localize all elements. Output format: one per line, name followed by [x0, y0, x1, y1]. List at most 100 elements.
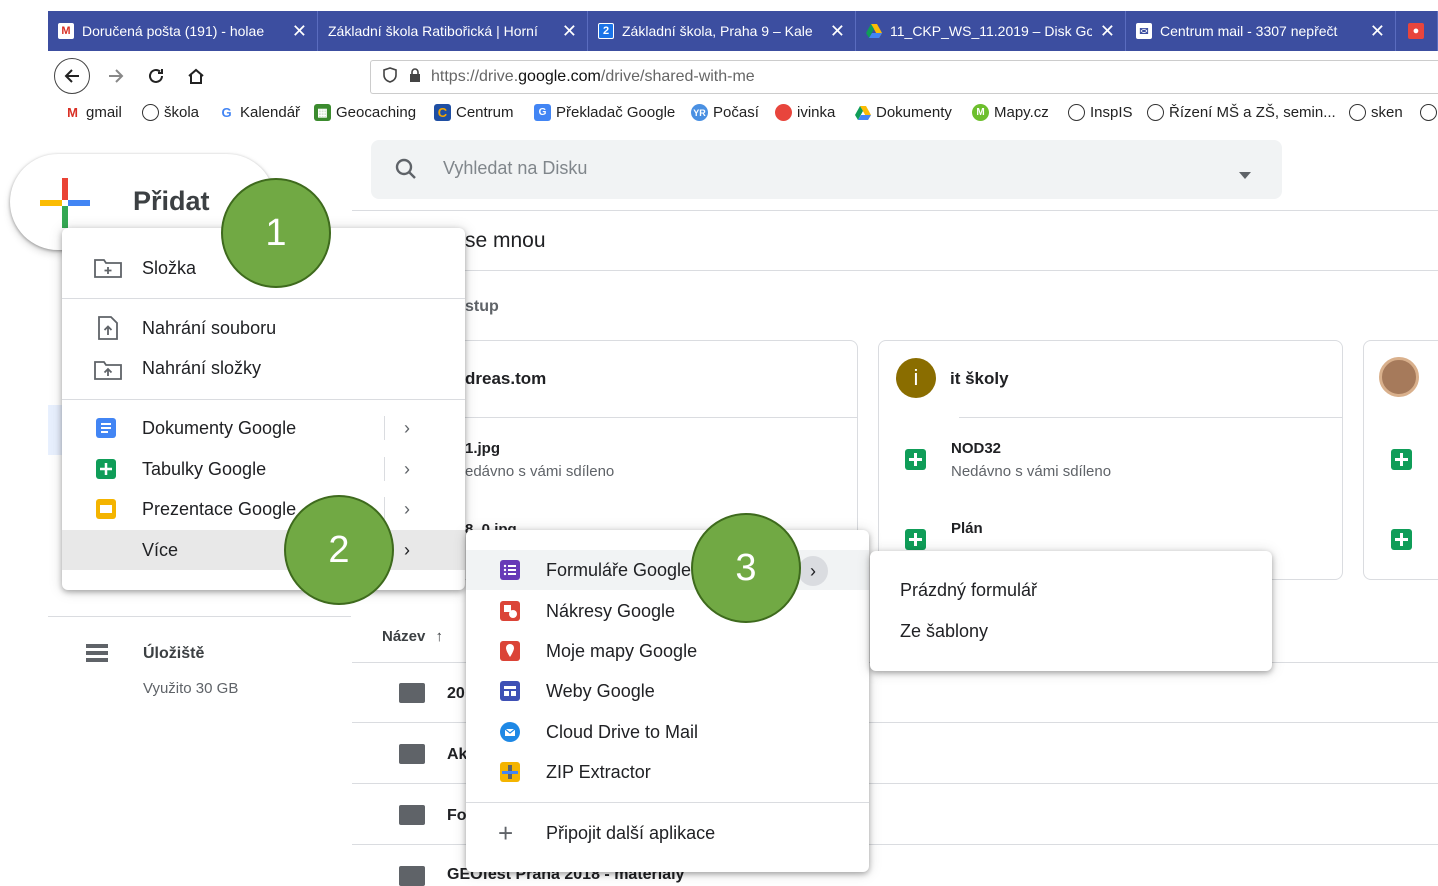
menu-item-more[interactable]: Více › [62, 530, 465, 570]
sort-by-name[interactable]: Název ↑ [382, 628, 443, 645]
menu-item-google-docs[interactable]: Dokumenty Google › [62, 408, 465, 448]
sheets-icon [96, 459, 116, 479]
sites-icon [500, 681, 520, 701]
chevron-right-icon[interactable]: › [404, 459, 410, 480]
menu-divider [384, 457, 385, 481]
card-owner: it školy [950, 369, 1009, 388]
drive-search[interactable]: Vyhledat na Disku [371, 140, 1282, 199]
menu-divider [384, 416, 385, 440]
storage-label[interactable]: Úložiště [143, 645, 204, 663]
divider [48, 616, 351, 617]
bookmark-more[interactable] [1420, 104, 1438, 121]
menu-item-connect-apps[interactable]: + Připojit další aplikace [466, 813, 869, 853]
shared-folder-icon [399, 805, 425, 825]
menu-item-upload-file[interactable]: Nahrání souboru [62, 308, 465, 348]
storage-icon [86, 644, 108, 667]
bookmark-ivinka[interactable]: ivinka [775, 104, 835, 121]
folder-plus-icon [94, 258, 122, 283]
file-name[interactable]: 1.jpg [465, 440, 500, 457]
menu-item-google-sites[interactable]: Weby Google [466, 671, 869, 711]
list-item[interactable]: Ak [447, 746, 467, 764]
menu-item-google-drawings[interactable]: Nákresy Google [466, 591, 869, 631]
menu-divider [62, 298, 465, 299]
new-button-label: Přidat [133, 186, 210, 216]
bookmark-dokumenty[interactable]: Dokumenty [854, 104, 952, 121]
close-icon[interactable]: ✕ [1100, 21, 1115, 42]
menu-item-cloud-drive-to-mail[interactable]: Cloud Drive to Mail [466, 712, 869, 752]
bookmark-rizeni[interactable]: Řízení MŠ a ZŠ, semin... [1147, 104, 1336, 121]
close-icon[interactable]: ✕ [562, 21, 577, 42]
chevron-right-icon[interactable]: › [404, 499, 410, 520]
geocaching-icon: ▦ [314, 104, 331, 121]
reload-button[interactable] [140, 60, 172, 92]
section-label: stup [465, 298, 499, 315]
tab-centrum[interactable]: ✉ Centrum mail - 3307 nepřečt ✕ [1126, 11, 1396, 51]
bookmark-kalendar[interactable]: G Kalendář [218, 104, 300, 121]
mapy-icon: M [972, 104, 989, 121]
gmail-icon: M [58, 23, 74, 39]
drawings-icon [500, 601, 520, 621]
shared-folder-icon [399, 744, 425, 764]
tab-school[interactable]: Základní škola Ratibořická | Horní ✕ [318, 11, 588, 51]
home-button[interactable] [180, 60, 212, 92]
bookmark-geocaching[interactable]: ▦ Geocaching [314, 104, 416, 121]
arrow-left-icon [64, 69, 79, 83]
globe-icon [1147, 104, 1164, 121]
translate-icon: G [534, 104, 551, 121]
forward-button[interactable] [100, 60, 132, 92]
menu-item-google-sheets[interactable]: Tabulky Google › [62, 449, 465, 489]
file-name[interactable]: Plán [951, 520, 983, 537]
search-options-icon[interactable] [1239, 166, 1251, 184]
mail-icon: ✉ [1136, 23, 1152, 39]
file-name[interactable]: NOD32 [951, 440, 1001, 457]
tab-drive[interactable]: 11_CKP_WS_11.2019 – Disk Go ✕ [856, 11, 1126, 51]
reload-icon [149, 68, 163, 83]
google-icon: G [221, 105, 232, 120]
divider [352, 270, 1438, 271]
chevron-right-icon[interactable]: › [798, 556, 828, 586]
tab-gmail[interactable]: M Doručená pošta (191) - holae ✕ [48, 11, 318, 51]
bookmark-skola[interactable]: škola [142, 104, 199, 121]
globe-icon [1068, 104, 1085, 121]
menu-item-upload-folder[interactable]: Nahrání složky [62, 348, 465, 388]
shared-card-3[interactable] [1363, 340, 1438, 580]
menu-item-google-forms[interactable]: Formuláře Google › [466, 550, 869, 590]
avatar: i [896, 358, 936, 398]
menu-divider [62, 399, 465, 400]
gmail-icon: M [67, 105, 78, 120]
close-icon[interactable]: ✕ [830, 21, 845, 42]
shared-card-2[interactable]: i it školy NOD32 Nedávno s vámi sdíleno … [878, 340, 1343, 580]
file-upload-icon [98, 316, 118, 345]
mail-icon [500, 722, 520, 742]
close-icon[interactable]: ✕ [292, 21, 307, 42]
map-pin-icon: ● [1408, 23, 1424, 39]
tab-maps[interactable]: ● [1396, 11, 1438, 51]
menu-item-google-slides[interactable]: Prezentace Google › [62, 489, 465, 529]
bookmark-inspis[interactable]: InspIS [1068, 104, 1133, 121]
list-item[interactable]: 20 [447, 685, 465, 703]
bookmark-centrum[interactable]: C Centrum [434, 104, 514, 121]
address-bar[interactable]: https://drive.google.com/drive/shared-wi… [370, 60, 1438, 94]
close-icon[interactable]: ✕ [1370, 21, 1385, 42]
menu-item-blank-form[interactable]: Prázdný formulář [870, 570, 1272, 610]
bookmark-sken[interactable]: sken [1349, 104, 1403, 121]
file-subtitle: Nedávno s vámi sdíleno [951, 463, 1112, 480]
slides-icon [96, 499, 116, 519]
search-input[interactable]: Vyhledat na Disku [443, 158, 587, 179]
more-menu: Formuláře Google › Nákresy Google Moje m… [466, 530, 869, 872]
tab-calendar[interactable]: 2 Základní škola, Praha 9 – Kale ✕ [588, 11, 856, 51]
list-item[interactable]: Fo [447, 807, 467, 825]
forms-icon [500, 560, 520, 580]
search-icon[interactable] [395, 158, 417, 185]
chevron-right-icon[interactable]: › [404, 418, 410, 439]
bookmark-mapy[interactable]: M Mapy.cz [972, 104, 1049, 121]
bookmark-translate[interactable]: G Překladač Google [534, 104, 675, 121]
bookmark-pocasi[interactable]: YR Počasí [691, 104, 759, 121]
menu-item-from-template[interactable]: Ze šablony [870, 611, 1272, 651]
back-button[interactable] [54, 58, 90, 94]
menu-item-zip-extractor[interactable]: ZIP Extractor [466, 752, 869, 792]
bookmark-gmail[interactable]: Mgmail [64, 104, 122, 121]
menu-item-my-maps[interactable]: Moje mapy Google [466, 631, 869, 671]
chevron-right-icon[interactable]: › [404, 540, 410, 561]
centrum-icon: C [434, 104, 451, 121]
